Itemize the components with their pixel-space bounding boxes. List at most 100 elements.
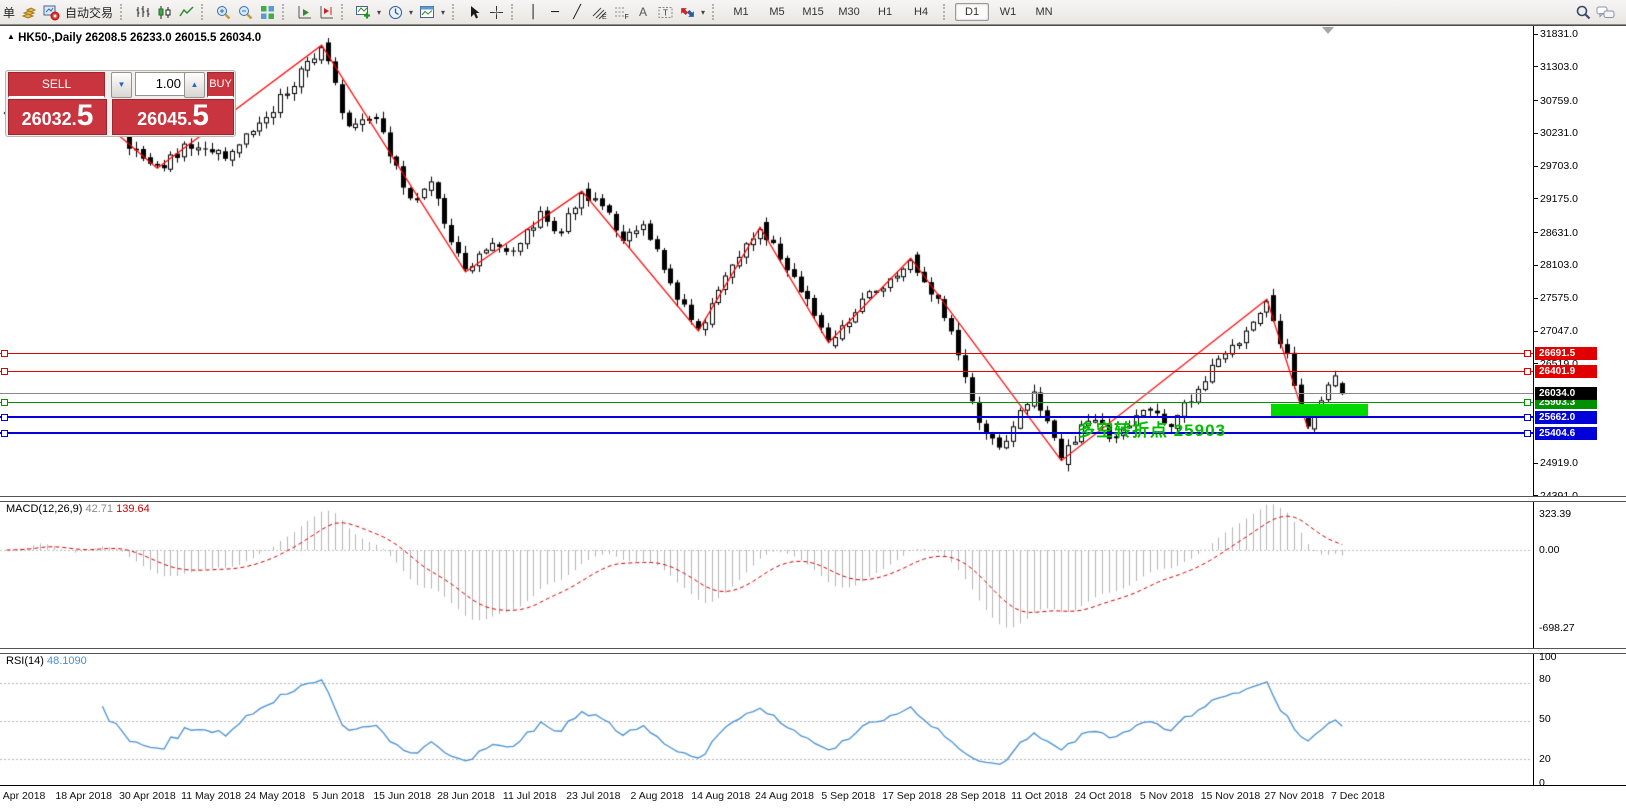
timeframe-m30[interactable]: M30 xyxy=(832,3,866,21)
rsi-pane-splitter[interactable] xyxy=(0,648,1626,654)
autotrading-button-label[interactable]: 自动交易 xyxy=(62,4,116,21)
hline-25903.3-line[interactable] xyxy=(0,402,1533,403)
toolbar-grip xyxy=(511,4,518,20)
volume-decrease-button[interactable]: ▼ xyxy=(111,72,132,98)
hline-25903.3-handle-right[interactable] xyxy=(1524,399,1531,406)
hline-26691.5-price-tag: 26691.5 xyxy=(1535,347,1597,360)
hline-25662.0-handle-right[interactable] xyxy=(1524,414,1531,421)
rsi-axis-label: 50 xyxy=(1539,713,1551,725)
timeframe-h1[interactable]: H1 xyxy=(868,3,902,21)
zoom-in-icon[interactable] xyxy=(212,2,234,22)
gold-icon[interactable] xyxy=(18,2,40,22)
hline-26691.5-handle-right[interactable] xyxy=(1524,350,1531,357)
hline-26691.5-line[interactable] xyxy=(0,353,1533,354)
hline-25903.3-handle-left[interactable] xyxy=(1,399,8,406)
price-tick-label: 28631.0 xyxy=(1540,227,1578,239)
timeframe-m15[interactable]: M15 xyxy=(796,3,830,21)
price-tick-label: 30759.0 xyxy=(1540,95,1578,107)
one-click-collapse-arrow[interactable]: ▲ xyxy=(7,32,15,41)
fibonacci-icon[interactable]: F xyxy=(610,2,632,22)
ask-main: 26045 xyxy=(137,103,187,135)
macd-value: 42.71 xyxy=(85,503,113,515)
date-label: 11 Jul 2018 xyxy=(495,790,565,802)
sell-button[interactable]: SELL xyxy=(8,72,105,98)
timeframe-mn[interactable]: MN xyxy=(1027,3,1061,21)
mt4-window: 单 自动交易 ▾ ▾ ▾ │ ─ ╱ E F A T ▾ M1M5 xyxy=(0,0,1626,809)
date-label: 6 Apr 2018 xyxy=(0,790,55,802)
symbol-period-label: HK50-,Daily xyxy=(18,32,82,44)
rsi-axis-label: 20 xyxy=(1539,753,1551,765)
price-tick xyxy=(1534,66,1538,67)
volume-increase-button[interactable]: ▲ xyxy=(184,72,205,98)
add-indicator-icon[interactable] xyxy=(352,2,374,22)
toolbar-grip xyxy=(712,4,719,20)
date-label: 28 Jun 2018 xyxy=(431,790,501,802)
zoom-out-icon[interactable] xyxy=(234,2,256,22)
ask-frac: 5 xyxy=(192,100,209,132)
arrows-icon[interactable] xyxy=(676,2,698,22)
price-tick-label: 31831.0 xyxy=(1540,28,1578,40)
ask-price-box[interactable]: 26045.5 xyxy=(112,99,234,135)
hline-25662.0-handle-left[interactable] xyxy=(1,414,8,421)
timeframe-m5[interactable]: M5 xyxy=(760,3,794,21)
turning-point-annotation[interactable]: 多空转折点 25903 xyxy=(1078,416,1226,441)
line-chart-icon[interactable] xyxy=(175,2,197,22)
tile-windows-icon[interactable] xyxy=(256,2,278,22)
crosshair-icon[interactable] xyxy=(485,2,507,22)
equidistant-channel-icon[interactable]: E xyxy=(588,2,610,22)
autoscroll-icon[interactable] xyxy=(293,2,315,22)
toolbar-grip xyxy=(282,4,289,20)
autotrading-icon[interactable] xyxy=(40,2,62,22)
timeframe-d1[interactable]: D1 xyxy=(955,3,989,21)
vertical-line-icon[interactable]: │ xyxy=(522,2,544,22)
horizontal-line-icon[interactable]: ─ xyxy=(544,2,566,22)
volume-input[interactable]: 1.00 xyxy=(135,72,187,96)
bar-chart-icon[interactable] xyxy=(131,2,153,22)
timeframe-m1[interactable]: M1 xyxy=(724,3,758,21)
hline-26401.9-handle-left[interactable] xyxy=(1,368,8,375)
macd-axis-label: 323.39 xyxy=(1539,508,1571,520)
price-tick-label: 29703.0 xyxy=(1540,160,1578,172)
toolbar-grip xyxy=(341,4,348,20)
date-axis[interactable]: 6 Apr 201818 Apr 201830 Apr 201811 May 2… xyxy=(0,786,1626,809)
hline-25404.6-handle-left[interactable] xyxy=(1,430,8,437)
hline-26691.5-handle-left[interactable] xyxy=(1,350,8,357)
hline-26401.9-line[interactable] xyxy=(0,371,1533,372)
current-price-tag: 26034.0 xyxy=(1535,387,1597,400)
trendline-icon[interactable]: ╱ xyxy=(566,2,588,22)
bid-price-box[interactable]: 26032.5 xyxy=(8,99,107,135)
svg-text:T: T xyxy=(663,8,668,17)
text-icon[interactable]: A xyxy=(632,2,654,22)
date-label: 5 Nov 2018 xyxy=(1132,790,1202,802)
hline-25404.6-line[interactable] xyxy=(0,432,1533,434)
chart-window: ▲ HK50-,Daily 26208.5 26233.0 26015.5 26… xyxy=(0,25,1626,809)
periods-caret[interactable]: ▾ xyxy=(406,8,416,17)
date-label: 14 Aug 2018 xyxy=(686,790,756,802)
ohlc-open: 26208.5 xyxy=(85,32,127,44)
price-tick-label: 27575.0 xyxy=(1540,292,1578,304)
text-label-icon[interactable]: T xyxy=(654,2,676,22)
chat-icon[interactable] xyxy=(1594,2,1616,22)
new-order-button[interactable]: 单 xyxy=(0,4,18,21)
hline-25404.6-handle-right[interactable] xyxy=(1524,430,1531,437)
template-caret[interactable]: ▾ xyxy=(438,8,448,17)
ohlc-close: 26034.0 xyxy=(220,32,262,44)
price-tick-label: 24919.0 xyxy=(1540,457,1578,469)
hline-26401.9-handle-right[interactable] xyxy=(1524,368,1531,375)
macd-pane-splitter[interactable] xyxy=(0,496,1626,502)
buy-button[interactable]: BUY xyxy=(207,72,234,98)
chart-shift-icon[interactable] xyxy=(315,2,337,22)
periods-clock-icon[interactable] xyxy=(384,2,406,22)
timeframe-h4[interactable]: H4 xyxy=(904,3,938,21)
price-tick-label: 28103.0 xyxy=(1540,259,1578,271)
date-label: 28 Sep 2018 xyxy=(941,790,1011,802)
candlestick-chart-icon[interactable] xyxy=(153,2,175,22)
add-indicator-caret[interactable]: ▾ xyxy=(374,8,384,17)
timeframe-w1[interactable]: W1 xyxy=(991,3,1025,21)
price-axis[interactable]: 31831.031303.030759.030231.029703.029175… xyxy=(1533,26,1626,786)
hline-25662.0-line[interactable] xyxy=(0,416,1533,418)
template-icon[interactable] xyxy=(416,2,438,22)
arrows-caret[interactable]: ▾ xyxy=(698,8,708,17)
search-icon[interactable] xyxy=(1572,2,1594,22)
cursor-icon[interactable] xyxy=(463,2,485,22)
